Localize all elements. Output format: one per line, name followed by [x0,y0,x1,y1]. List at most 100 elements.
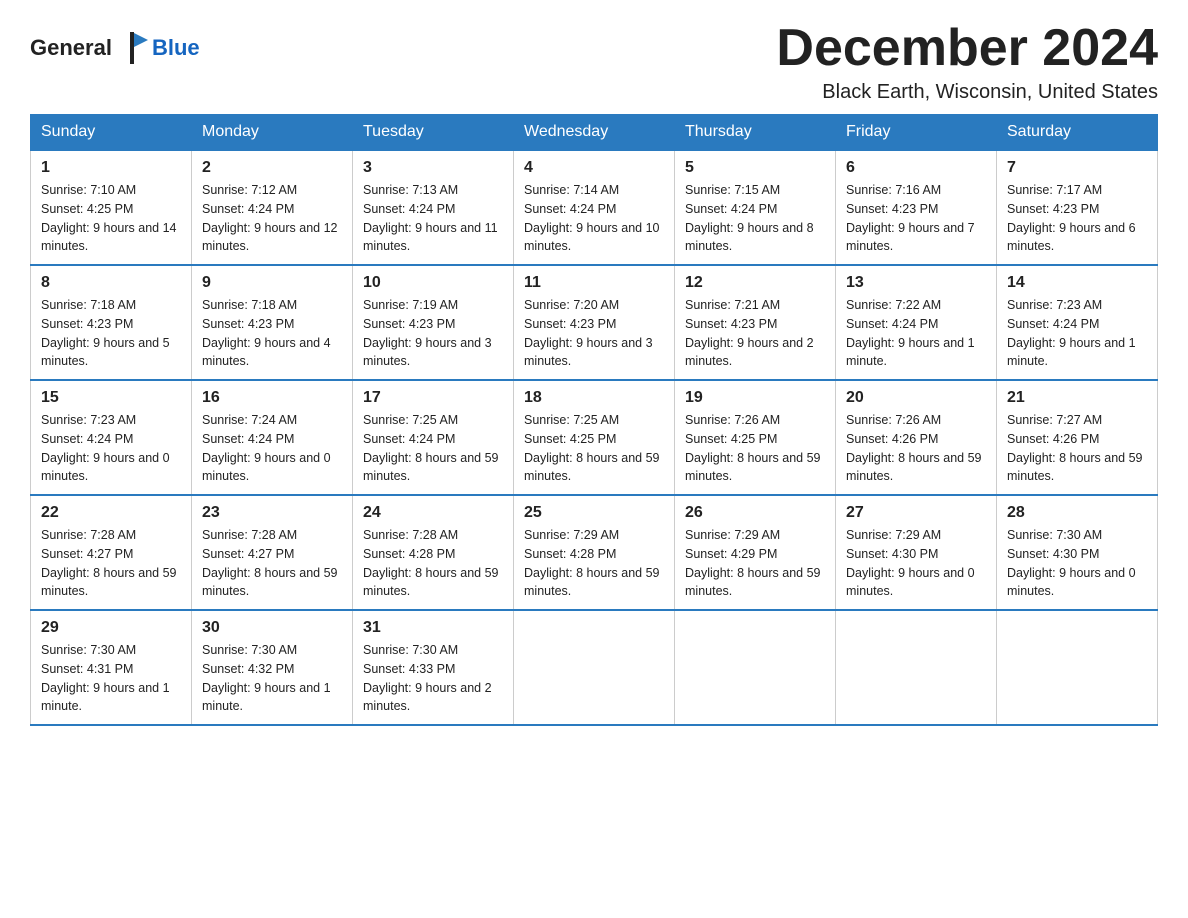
cell-week4-day7: 28 Sunrise: 7:30 AMSunset: 4:30 PMDaylig… [997,495,1158,610]
week-row-3: 15 Sunrise: 7:23 AMSunset: 4:24 PMDaylig… [31,380,1158,495]
day-number: 6 [846,159,986,177]
calendar-header-row: SundayMondayTuesdayWednesdayThursdayFrid… [31,115,1158,151]
day-number: 3 [363,159,503,177]
day-number: 28 [1007,504,1147,522]
day-info: Sunrise: 7:27 AMSunset: 4:26 PMDaylight:… [1007,413,1143,483]
header-tuesday: Tuesday [353,115,514,151]
header-saturday: Saturday [997,115,1158,151]
day-info: Sunrise: 7:12 AMSunset: 4:24 PMDaylight:… [202,183,338,253]
cell-week5-day4 [514,610,675,725]
day-number: 8 [41,274,181,292]
day-info: Sunrise: 7:18 AMSunset: 4:23 PMDaylight:… [202,298,331,368]
header-sunday: Sunday [31,115,192,151]
cell-week5-day6 [836,610,997,725]
cell-week4-day2: 23 Sunrise: 7:28 AMSunset: 4:27 PMDaylig… [192,495,353,610]
cell-week1-day7: 7 Sunrise: 7:17 AMSunset: 4:23 PMDayligh… [997,150,1158,265]
cell-week5-day5 [675,610,836,725]
logo-blue: Blue [152,35,200,61]
week-row-1: 1 Sunrise: 7:10 AMSunset: 4:25 PMDayligh… [31,150,1158,265]
cell-week4-day6: 27 Sunrise: 7:29 AMSunset: 4:30 PMDaylig… [836,495,997,610]
day-number: 23 [202,504,342,522]
day-number: 19 [685,389,825,407]
day-number: 16 [202,389,342,407]
cell-week4-day5: 26 Sunrise: 7:29 AMSunset: 4:29 PMDaylig… [675,495,836,610]
day-info: Sunrise: 7:29 AMSunset: 4:28 PMDaylight:… [524,528,660,598]
day-info: Sunrise: 7:29 AMSunset: 4:29 PMDaylight:… [685,528,821,598]
cell-week5-day3: 31 Sunrise: 7:30 AMSunset: 4:33 PMDaylig… [353,610,514,725]
cell-week3-day2: 16 Sunrise: 7:24 AMSunset: 4:24 PMDaylig… [192,380,353,495]
day-info: Sunrise: 7:23 AMSunset: 4:24 PMDaylight:… [1007,298,1136,368]
location: Black Earth, Wisconsin, United States [776,81,1158,104]
day-number: 2 [202,159,342,177]
day-info: Sunrise: 7:13 AMSunset: 4:24 PMDaylight:… [363,183,498,253]
cell-week1-day3: 3 Sunrise: 7:13 AMSunset: 4:24 PMDayligh… [353,150,514,265]
day-info: Sunrise: 7:15 AMSunset: 4:24 PMDaylight:… [685,183,814,253]
day-number: 22 [41,504,181,522]
day-info: Sunrise: 7:30 AMSunset: 4:31 PMDaylight:… [41,643,170,713]
day-number: 21 [1007,389,1147,407]
logo: General Blue [30,30,200,66]
month-title: December 2024 [776,20,1158,77]
day-number: 5 [685,159,825,177]
day-number: 17 [363,389,503,407]
day-info: Sunrise: 7:30 AMSunset: 4:30 PMDaylight:… [1007,528,1136,598]
title-block: December 2024 Black Earth, Wisconsin, Un… [776,20,1158,104]
day-number: 18 [524,389,664,407]
day-info: Sunrise: 7:28 AMSunset: 4:27 PMDaylight:… [41,528,177,598]
calendar-table: SundayMondayTuesdayWednesdayThursdayFrid… [30,114,1158,726]
cell-week5-day2: 30 Sunrise: 7:30 AMSunset: 4:32 PMDaylig… [192,610,353,725]
day-info: Sunrise: 7:25 AMSunset: 4:25 PMDaylight:… [524,413,660,483]
day-info: Sunrise: 7:18 AMSunset: 4:23 PMDaylight:… [41,298,170,368]
header-monday: Monday [192,115,353,151]
day-info: Sunrise: 7:28 AMSunset: 4:27 PMDaylight:… [202,528,338,598]
cell-week2-day6: 13 Sunrise: 7:22 AMSunset: 4:24 PMDaylig… [836,265,997,380]
day-info: Sunrise: 7:16 AMSunset: 4:23 PMDaylight:… [846,183,975,253]
logo-flag-icon [114,30,150,66]
cell-week4-day3: 24 Sunrise: 7:28 AMSunset: 4:28 PMDaylig… [353,495,514,610]
header-wednesday: Wednesday [514,115,675,151]
day-number: 13 [846,274,986,292]
day-info: Sunrise: 7:19 AMSunset: 4:23 PMDaylight:… [363,298,492,368]
day-number: 25 [524,504,664,522]
day-info: Sunrise: 7:10 AMSunset: 4:25 PMDaylight:… [41,183,177,253]
day-number: 9 [202,274,342,292]
cell-week4-day4: 25 Sunrise: 7:29 AMSunset: 4:28 PMDaylig… [514,495,675,610]
day-number: 24 [363,504,503,522]
week-row-4: 22 Sunrise: 7:28 AMSunset: 4:27 PMDaylig… [31,495,1158,610]
day-info: Sunrise: 7:30 AMSunset: 4:32 PMDaylight:… [202,643,331,713]
day-number: 15 [41,389,181,407]
cell-week4-day1: 22 Sunrise: 7:28 AMSunset: 4:27 PMDaylig… [31,495,192,610]
cell-week2-day2: 9 Sunrise: 7:18 AMSunset: 4:23 PMDayligh… [192,265,353,380]
day-number: 27 [846,504,986,522]
day-info: Sunrise: 7:24 AMSunset: 4:24 PMDaylight:… [202,413,331,483]
day-number: 30 [202,619,342,637]
cell-week3-day3: 17 Sunrise: 7:25 AMSunset: 4:24 PMDaylig… [353,380,514,495]
day-info: Sunrise: 7:21 AMSunset: 4:23 PMDaylight:… [685,298,814,368]
cell-week1-day2: 2 Sunrise: 7:12 AMSunset: 4:24 PMDayligh… [192,150,353,265]
day-number: 12 [685,274,825,292]
cell-week5-day1: 29 Sunrise: 7:30 AMSunset: 4:31 PMDaylig… [31,610,192,725]
cell-week2-day5: 12 Sunrise: 7:21 AMSunset: 4:23 PMDaylig… [675,265,836,380]
cell-week2-day7: 14 Sunrise: 7:23 AMSunset: 4:24 PMDaylig… [997,265,1158,380]
day-number: 11 [524,274,664,292]
day-number: 1 [41,159,181,177]
week-row-5: 29 Sunrise: 7:30 AMSunset: 4:31 PMDaylig… [31,610,1158,725]
week-row-2: 8 Sunrise: 7:18 AMSunset: 4:23 PMDayligh… [31,265,1158,380]
cell-week1-day5: 5 Sunrise: 7:15 AMSunset: 4:24 PMDayligh… [675,150,836,265]
cell-week3-day4: 18 Sunrise: 7:25 AMSunset: 4:25 PMDaylig… [514,380,675,495]
day-number: 31 [363,619,503,637]
day-info: Sunrise: 7:30 AMSunset: 4:33 PMDaylight:… [363,643,492,713]
day-info: Sunrise: 7:14 AMSunset: 4:24 PMDaylight:… [524,183,660,253]
day-info: Sunrise: 7:29 AMSunset: 4:30 PMDaylight:… [846,528,975,598]
day-number: 4 [524,159,664,177]
page-header: General Blue December 2024 Black Earth, … [30,20,1158,104]
cell-week3-day6: 20 Sunrise: 7:26 AMSunset: 4:26 PMDaylig… [836,380,997,495]
day-number: 26 [685,504,825,522]
cell-week2-day3: 10 Sunrise: 7:19 AMSunset: 4:23 PMDaylig… [353,265,514,380]
cell-week2-day4: 11 Sunrise: 7:20 AMSunset: 4:23 PMDaylig… [514,265,675,380]
cell-week2-day1: 8 Sunrise: 7:18 AMSunset: 4:23 PMDayligh… [31,265,192,380]
cell-week3-day5: 19 Sunrise: 7:26 AMSunset: 4:25 PMDaylig… [675,380,836,495]
cell-week3-day1: 15 Sunrise: 7:23 AMSunset: 4:24 PMDaylig… [31,380,192,495]
day-info: Sunrise: 7:26 AMSunset: 4:26 PMDaylight:… [846,413,982,483]
header-thursday: Thursday [675,115,836,151]
